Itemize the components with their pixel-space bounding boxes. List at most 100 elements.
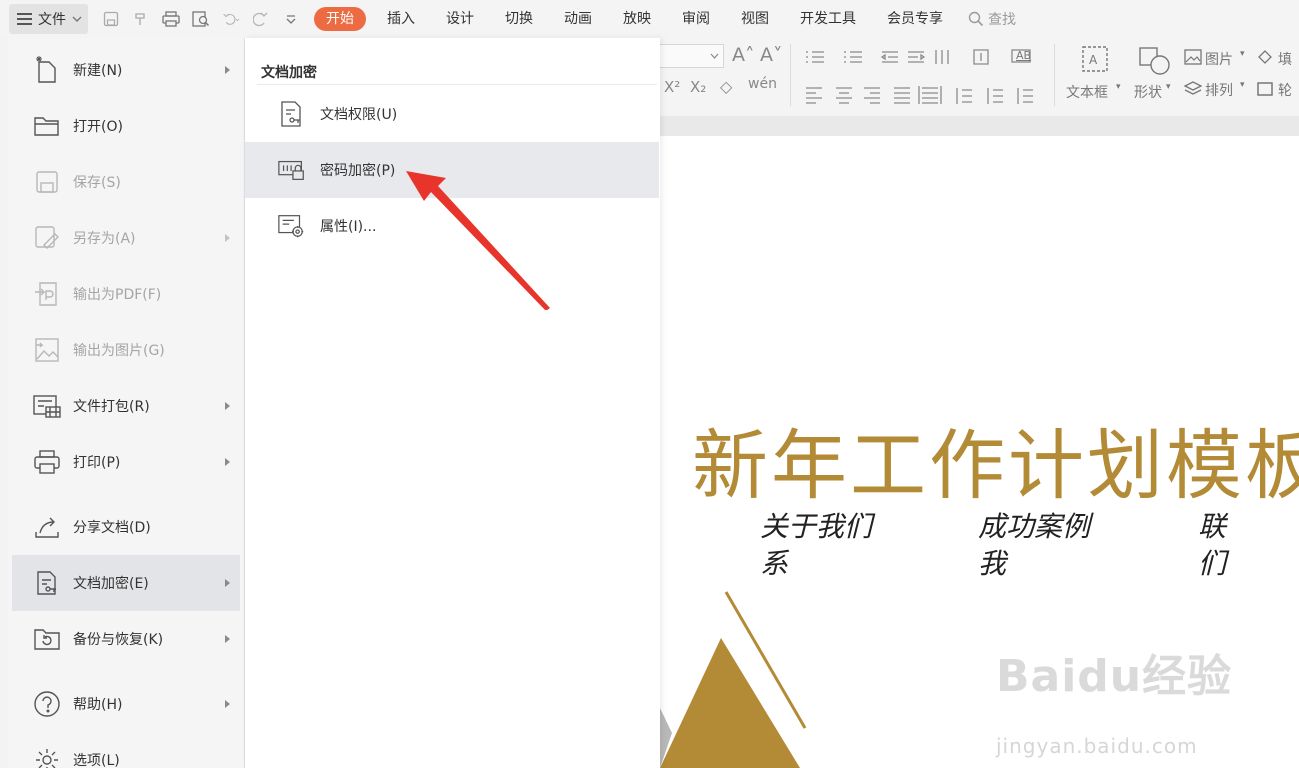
tab-animations[interactable]: 动画 [554,7,602,31]
menu-item-export-image[interactable]: 输出为图片(G) [12,322,240,378]
menu-item-label: 输出为PDF(F) [73,287,162,303]
menu-item-label: 文档加密(E) [73,576,149,592]
fill-label[interactable]: 填 [1278,49,1292,69]
ribbon-separator [790,44,791,106]
save-icon [32,167,62,197]
picture-icon[interactable] [1184,49,1202,65]
encrypt-doc-icon [32,568,62,598]
tab-view[interactable]: 视图 [731,7,779,31]
menu-item-backup[interactable]: 备份与恢复(K) [12,611,240,667]
paragraph-tools-icon[interactable] [802,48,1042,108]
arrange-icon[interactable] [1184,81,1202,97]
quick-access-toolbar [102,10,300,28]
format-painter-icon[interactable] [132,10,150,28]
export-pdf-icon [32,279,62,309]
redo-icon[interactable] [252,10,270,28]
submenu-item-doc-permission[interactable]: 文档权限(U) [245,86,659,142]
picture-label[interactable]: 图片 [1205,49,1233,69]
ribbon-separator [1054,44,1055,106]
outline-label[interactable]: 轮 [1278,80,1292,100]
search-label: 查找 [988,12,1016,28]
file-menu-button[interactable]: 文件 [9,4,88,34]
menu-item-share[interactable]: 分享文档(D) [12,499,240,555]
menu-item-open[interactable]: 打开(O) [12,98,240,154]
menu-item-print[interactable]: 打印(P) [12,434,240,490]
annotation-arrow-icon [406,171,550,310]
search-icon [968,11,984,27]
submenu-item-label: 属性(I)... [320,219,377,235]
ribbon-toolbar: A˄ A˅ X² X₂ ◇ wén AB A 文本框 ▾ 形状 ▾ 图片 ▾ 排… [660,38,1299,116]
watermark-url: jingyan.baidu.com [996,734,1198,758]
menu-item-label: 帮助(H) [73,697,123,713]
menu-item-new[interactable]: 新建(N) [12,42,240,98]
shape-icon[interactable] [1138,46,1172,76]
menu-item-label: 打印(P) [73,455,121,471]
font-size-select[interactable] [660,44,724,68]
arrange-label[interactable]: 排列 [1205,80,1233,100]
search-box[interactable]: 查找 [968,9,1016,29]
folder-icon [32,111,62,141]
slide-editor-canvas[interactable]: 新年工作计划模板 关于我们系 成功案例我 联们 Baidu经验 jingyan.… [660,116,1299,768]
subscript-icon[interactable]: X₂ [690,78,706,96]
submenu-arrow-icon [225,66,230,74]
menu-item-encrypt[interactable]: 文档加密(E) [12,555,240,611]
chevron-down-icon [72,16,82,22]
submenu-arrow-icon [225,458,230,466]
menu-item-label: 另存为(A) [73,231,136,247]
watermark-logo: Baidu经验 [996,651,1233,702]
menu-item-package[interactable]: 文件打包(R) [12,378,240,434]
menu-item-label: 打开(O) [73,119,123,135]
svg-text:A: A [1089,53,1098,67]
menu-item-options[interactable]: 选项(L) [12,732,240,768]
clear-format-icon[interactable]: ◇ [720,77,732,96]
superscript-icon[interactable]: X² [664,78,680,96]
print-icon[interactable] [162,10,180,28]
new-doc-icon [32,55,62,85]
chevron-down-icon: ▾ [1240,49,1245,59]
tab-slideshow[interactable]: 放映 [613,7,661,31]
submenu-divider [257,84,657,85]
decrease-font-icon[interactable]: A˅ [760,44,783,66]
chevron-down-icon: ▾ [1166,82,1171,92]
submenu-arrow-icon [225,402,230,410]
menu-item-save-as[interactable]: 另存为(A) [12,210,240,266]
slide-title[interactable]: 新年工作计划模板 [692,404,1299,514]
tab-design[interactable]: 设计 [436,7,484,31]
menu-item-label: 文件打包(R) [73,399,150,415]
fill-icon[interactable] [1256,49,1274,65]
tab-member[interactable]: 会员专享 [877,7,953,31]
tab-review[interactable]: 审阅 [672,7,720,31]
submenu-arrow-icon [225,579,230,587]
increase-font-icon[interactable]: A˄ [732,44,755,66]
tab-transitions[interactable]: 切换 [495,7,543,31]
textbox-icon[interactable]: A [1080,44,1110,74]
phonetic-icon[interactable]: wén [748,76,777,92]
properties-icon [277,211,307,241]
hamburger-icon [17,13,32,25]
tab-developer[interactable]: 开发工具 [790,7,866,31]
outline-icon[interactable] [1256,81,1274,97]
text-direction-ab[interactable]: AB [1016,49,1031,62]
undo-icon[interactable] [222,10,240,28]
password-lock-icon [277,155,307,185]
shape-label[interactable]: 形状 [1134,82,1162,102]
tab-home[interactable]: 开始 [314,7,366,31]
slide[interactable]: 新年工作计划模板 关于我们系 成功案例我 联们 Baidu经验 jingyan.… [660,136,1299,768]
customize-toolbar-icon[interactable] [282,10,300,28]
menu-item-label: 新建(N) [73,63,123,79]
submenu-arrow-icon [225,234,230,242]
menu-item-label: 选项(L) [73,753,120,768]
submenu-title: 文档加密 [261,65,317,81]
print-icon [32,447,62,477]
textbox-label[interactable]: 文本框 [1066,82,1108,102]
menu-item-help[interactable]: 帮助(H) [12,676,240,732]
menu-item-label: 备份与恢复(K) [73,632,164,648]
encrypt-submenu-panel: 文档加密 文档权限(U) 密码加密(P) 属性(I)... [245,38,660,768]
menu-item-save[interactable]: 保存(S) [12,154,240,210]
menu-item-export-pdf[interactable]: 输出为PDF(F) [12,266,240,322]
print-preview-icon[interactable] [192,10,210,28]
save-icon[interactable] [102,10,120,28]
chevron-down-icon [710,53,719,59]
tab-insert[interactable]: 插入 [377,7,425,31]
save-as-icon [32,223,62,253]
